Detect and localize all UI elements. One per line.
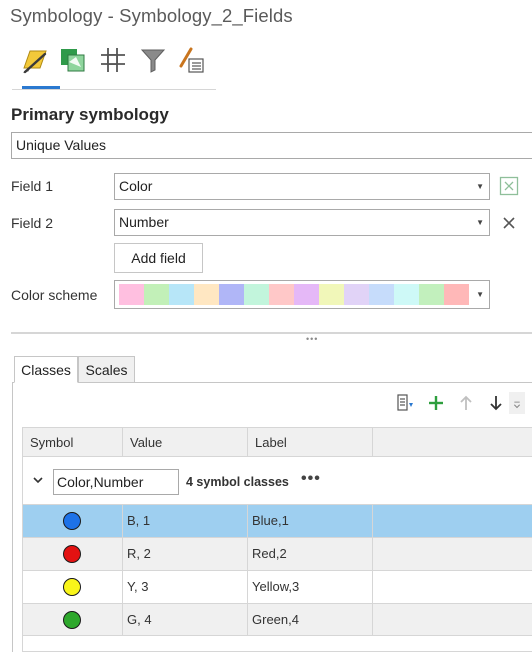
class-options-icon — [397, 394, 413, 411]
close-icon[interactable] — [499, 213, 519, 233]
symbology-toolbar — [12, 44, 216, 90]
color-swatch — [419, 284, 444, 305]
symbol-swatch[interactable] — [63, 578, 81, 596]
color-swatch — [319, 284, 344, 305]
label-class-icon — [179, 47, 204, 73]
arrow-down-icon — [490, 396, 502, 411]
field1-label: Field 1 — [11, 178, 54, 194]
grid-header: Symbol Value Label — [23, 428, 532, 457]
color-scheme-dropdown[interactable]: ▼ — [114, 280, 490, 309]
column-header-symbol[interactable]: Symbol — [23, 428, 123, 457]
vary-symbology-icon — [61, 49, 85, 72]
chevron-down-icon: ▼ — [476, 218, 484, 227]
field2-label: Field 2 — [11, 215, 54, 231]
chevron-down-icon: ▼ — [476, 290, 484, 299]
value-cell[interactable]: G, 4 — [127, 604, 152, 636]
label-cell[interactable]: Yellow,3 — [252, 571, 299, 603]
primary-symbology-brush-icon — [23, 50, 47, 74]
color-scheme-swatches — [119, 284, 469, 305]
group-heading-input[interactable]: Color,Number — [53, 469, 179, 495]
symbol-swatch[interactable] — [63, 545, 81, 563]
table-row[interactable]: R, 2 Red,2 — [23, 537, 532, 570]
table-row[interactable]: G, 4 Green,4 — [23, 603, 532, 636]
table-row[interactable]: Y, 3 Yellow,3 — [23, 570, 532, 603]
column-header-value[interactable]: Value — [123, 428, 248, 457]
advanced-filter-icon — [140, 49, 166, 73]
classes-grid: Symbol Value Label Color,Number 4 symbol… — [22, 427, 532, 652]
symbol-swatch[interactable] — [63, 611, 81, 629]
color-swatch — [144, 284, 169, 305]
value-cell[interactable]: Y, 3 — [127, 571, 148, 603]
symbol-layer-drawing-tab[interactable] — [98, 46, 128, 80]
arrow-up-icon — [460, 395, 472, 410]
label-cell[interactable]: Blue,1 — [252, 505, 289, 537]
pane-splitter[interactable] — [11, 332, 532, 334]
add-class-button[interactable] — [425, 392, 447, 414]
table-row[interactable]: B, 1 Blue,1 — [23, 504, 532, 537]
value-cell[interactable]: R, 2 — [127, 538, 151, 570]
label-cell[interactable]: Green,4 — [252, 604, 299, 636]
color-scheme-label: Color scheme — [11, 287, 98, 303]
color-swatch — [269, 284, 294, 305]
symbol-class-count: 4 symbol classes — [186, 475, 289, 489]
primary-symbology-title: Primary symbology — [11, 105, 169, 124]
color-swatch — [244, 284, 269, 305]
more-icon[interactable]: ••• — [301, 470, 321, 488]
color-swatch — [444, 284, 469, 305]
field2-dropdown[interactable]: Number ▼ — [114, 209, 490, 236]
column-header-label[interactable]: Label — [248, 428, 373, 457]
color-swatch — [194, 284, 219, 305]
color-swatch — [344, 284, 369, 305]
symbol-swatch[interactable] — [63, 512, 81, 530]
color-swatch — [294, 284, 319, 305]
add-field-button[interactable]: Add field — [114, 243, 203, 273]
label-cell[interactable]: Red,2 — [252, 538, 287, 570]
color-swatch — [394, 284, 419, 305]
label-class-tab[interactable] — [176, 46, 206, 80]
group-row: Color,Number 4 symbol classes ••• — [23, 458, 532, 504]
overflow-button[interactable] — [509, 392, 525, 414]
more-options-button[interactable] — [394, 392, 416, 414]
symbol-layer-drawing-icon — [101, 48, 125, 72]
splitter-grip-icon[interactable]: ••• — [306, 334, 318, 344]
field2-value: Number — [119, 214, 169, 230]
plus-icon — [429, 396, 443, 410]
move-down-button[interactable] — [485, 392, 507, 414]
chevron-down-icon[interactable] — [32, 474, 44, 486]
field1-value: Color — [119, 178, 153, 194]
primary-symbology-tab[interactable] — [20, 46, 60, 89]
pane-title: Symbology - Symbology_2_Fields — [10, 5, 293, 26]
value-cell[interactable]: B, 1 — [127, 505, 150, 537]
advanced-filter-tab[interactable] — [138, 46, 168, 80]
color-swatch — [219, 284, 244, 305]
move-up-button[interactable] — [455, 392, 477, 414]
tab-classes[interactable]: Classes — [14, 356, 78, 383]
chevron-down-icon: ▼ — [476, 182, 484, 191]
field-calculator-icon[interactable] — [499, 176, 519, 196]
color-swatch — [369, 284, 394, 305]
chevron-down-icon — [513, 401, 521, 409]
field1-dropdown[interactable]: Color ▼ — [114, 173, 490, 200]
color-swatch — [169, 284, 194, 305]
tab-scales[interactable]: Scales — [78, 356, 135, 383]
color-swatch — [119, 284, 144, 305]
renderer-dropdown[interactable]: Unique Values — [11, 132, 532, 159]
vary-symbology-tab[interactable] — [58, 46, 88, 80]
